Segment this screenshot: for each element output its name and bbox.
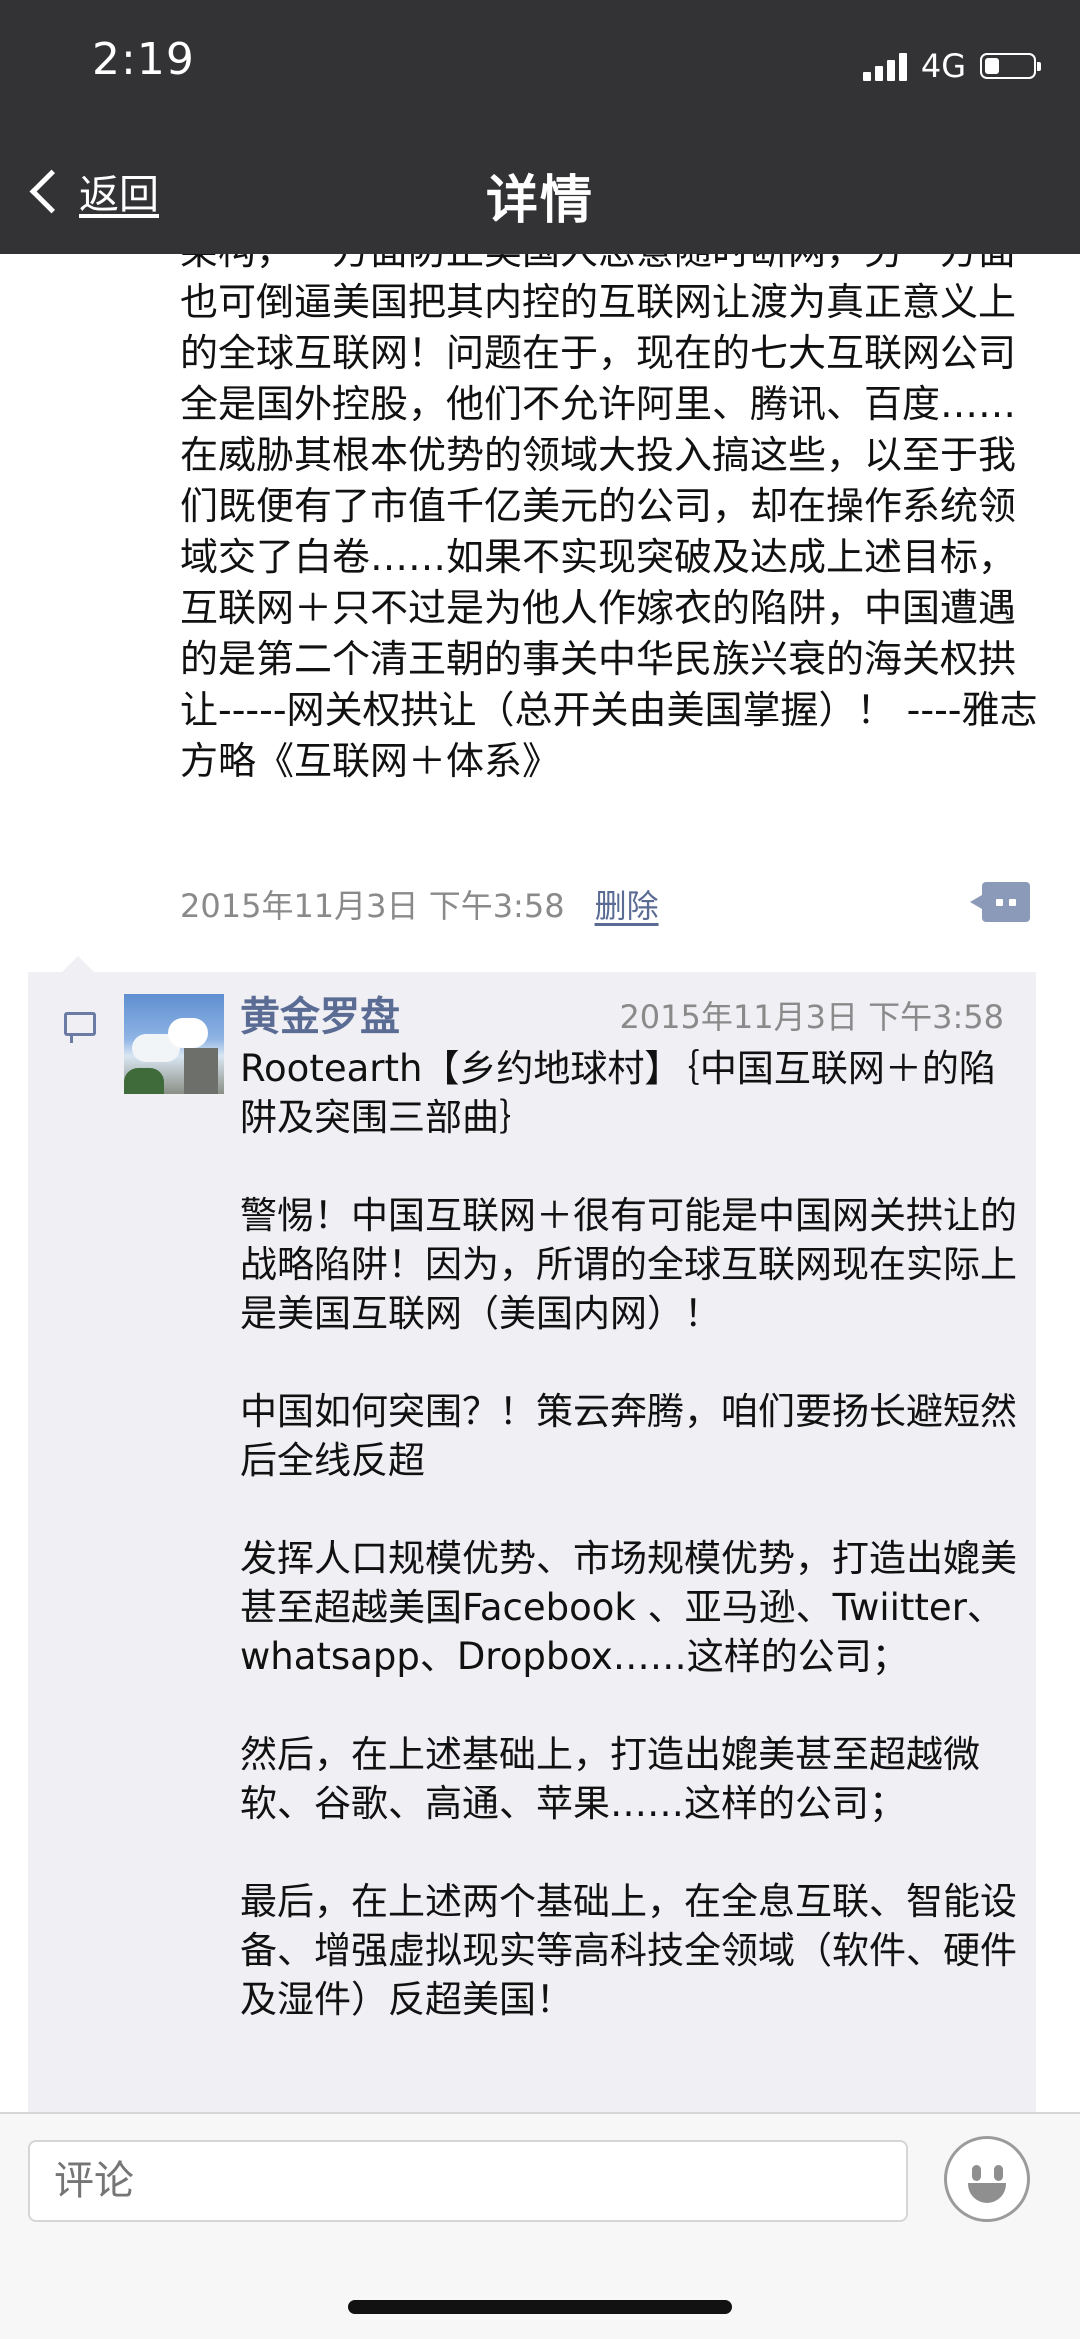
- post-timestamp: 2015年11月3日 下午3:58: [180, 887, 565, 925]
- status-time: 2:19: [92, 34, 195, 85]
- more-actions-button[interactable]: [970, 882, 1030, 922]
- page: 2:19 4G 返回 详情 架构，一方面防止美国人恶意随时断网，另一方面也可倒逼…: [0, 0, 1080, 2339]
- emoji-button[interactable]: [944, 2136, 1030, 2222]
- comment-section: 黄金罗盘 2015年11月3日 下午3:58 Rootearth【乡约地球村】｛…: [28, 956, 1036, 2112]
- page-title: 详情: [485, 171, 594, 231]
- comment-icon: [64, 1012, 96, 1043]
- detail-content[interactable]: 架构，一方面防止美国人恶意随时断网，另一方面也可倒逼美国把其内控的互联网让渡为真…: [0, 254, 1080, 2112]
- comment-timestamp: 2015年11月3日 下午3:58: [619, 998, 1004, 1036]
- avatar[interactable]: [124, 994, 224, 1094]
- delete-link[interactable]: 删除: [595, 881, 659, 927]
- battery-level: [985, 58, 999, 74]
- dot-icon: [996, 899, 1003, 906]
- comment-input[interactable]: [28, 2140, 908, 2222]
- comment-author[interactable]: 黄金罗盘: [240, 984, 400, 1042]
- navigation-bar: 返回 详情: [0, 126, 1080, 254]
- battery-icon: [980, 53, 1041, 79]
- status-indicators: 4G: [862, 46, 1041, 86]
- status-bar: 2:19 4G: [0, 0, 1080, 126]
- post-text: 架构，一方面防止美国人恶意随时断网，另一方面也可倒逼美国把其内控的互联网让渡为真…: [180, 254, 1038, 783]
- smiley-icon: [972, 2165, 981, 2181]
- comment-text[interactable]: Rootearth【乡约地球村】｛中国互联网＋的陷阱及突围三部曲｝ 警惕！中国互…: [240, 1044, 1030, 2024]
- post-meta: 2015年11月3日 下午3:58 删除: [180, 874, 1040, 934]
- network-type: 4G: [920, 47, 966, 85]
- home-indicator[interactable]: [348, 2300, 732, 2314]
- signal-icon: [862, 51, 911, 81]
- dot-icon: [1009, 899, 1016, 906]
